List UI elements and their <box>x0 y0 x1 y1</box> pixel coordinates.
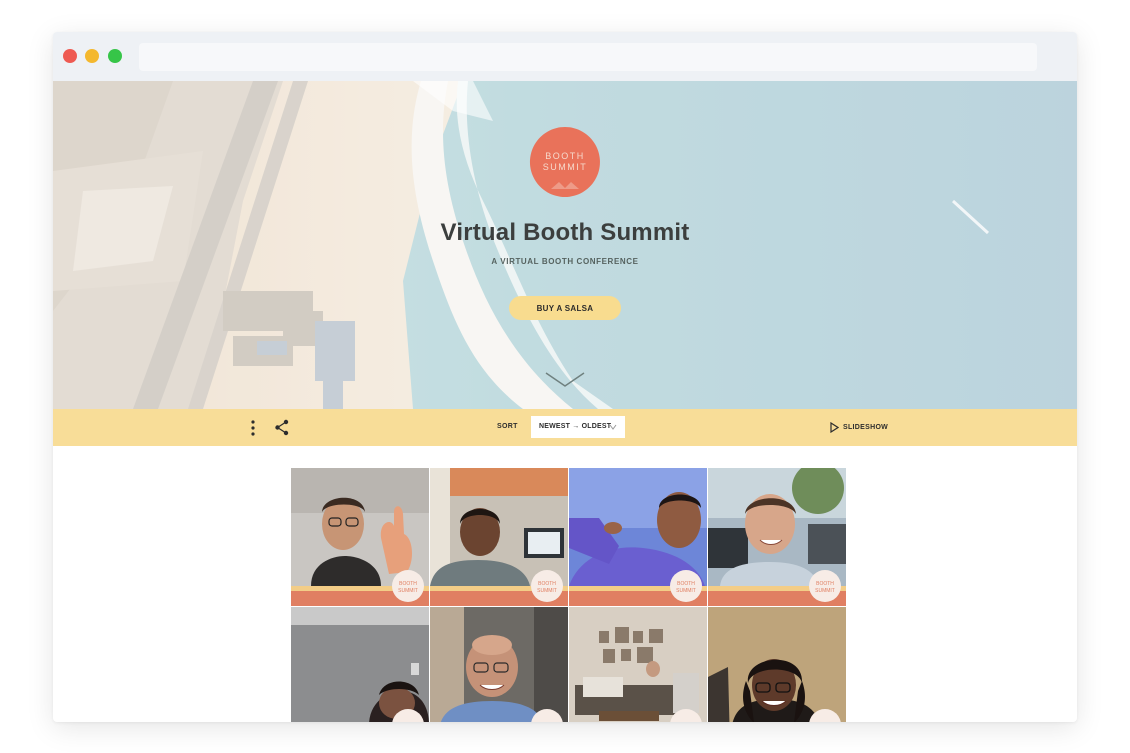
browser-window: BOOTH SUMMIT Virtual Booth Summit A VIRT… <box>53 32 1077 722</box>
more-vertical-icon[interactable] <box>247 419 259 437</box>
gallery-photo[interactable]: BOOTH SUMMIT <box>430 468 568 606</box>
gallery-toolbar: SORT NEWEST → OLDEST SLIDESHOW <box>53 409 1077 446</box>
hero-banner: BOOTH SUMMIT Virtual Booth Summit A VIRT… <box>53 81 1077 409</box>
booth-badge-text: BOOTH <box>538 581 556 587</box>
logo-text-bottom: SUMMIT <box>543 162 588 172</box>
maximize-window-button[interactable] <box>108 49 122 63</box>
page-subtitle: A VIRTUAL BOOTH CONFERENCE <box>491 257 639 266</box>
browser-chrome <box>53 32 1077 81</box>
sort-label: SORT <box>497 423 518 430</box>
logo-text-top: BOOTH <box>545 151 585 161</box>
booth-badge-text: SUMMIT <box>815 588 835 594</box>
sort-dropdown[interactable]: NEWEST → OLDEST <box>531 416 625 438</box>
gallery-photo[interactable] <box>569 607 707 722</box>
gallery-photo[interactable] <box>708 607 846 722</box>
booth-badge-text: SUMMIT <box>537 588 557 594</box>
page-title: Virtual Booth Summit <box>440 219 690 246</box>
slideshow-label: SLIDESHOW <box>843 424 889 431</box>
gallery-photo[interactable]: BOOTH SUMMIT <box>291 468 429 606</box>
booth-badge-text: BOOTH <box>677 581 695 587</box>
booth-badge-text: SUMMIT <box>398 588 418 594</box>
photo-gallery: BOOTH SUMMIT BOOTH SUMMIT BOOTH SUMMIT B… <box>291 468 847 722</box>
gallery-photo[interactable] <box>430 607 568 722</box>
share-icon[interactable] <box>274 419 290 436</box>
booth-badge-text: BOOTH <box>816 581 834 587</box>
booth-badge-text: BOOTH <box>399 581 417 587</box>
sort-selected-value: NEWEST → OLDEST <box>539 423 612 430</box>
booth-badge-text: SUMMIT <box>676 588 696 594</box>
scroll-down-chevron-icon[interactable] <box>544 369 586 391</box>
buy-salsa-button[interactable]: BUY A SALSA <box>509 296 621 320</box>
minimize-window-button[interactable] <box>85 49 99 63</box>
gallery-photo[interactable] <box>291 607 429 722</box>
address-bar[interactable] <box>139 43 1037 71</box>
chevron-down-icon <box>609 424 617 430</box>
close-window-button[interactable] <box>63 49 77 63</box>
gallery-photo[interactable]: BOOTH SUMMIT <box>708 468 846 606</box>
booth-summit-logo[interactable]: BOOTH SUMMIT <box>529 126 601 198</box>
gallery-photo[interactable]: BOOTH SUMMIT <box>569 468 707 606</box>
play-icon <box>830 422 839 433</box>
